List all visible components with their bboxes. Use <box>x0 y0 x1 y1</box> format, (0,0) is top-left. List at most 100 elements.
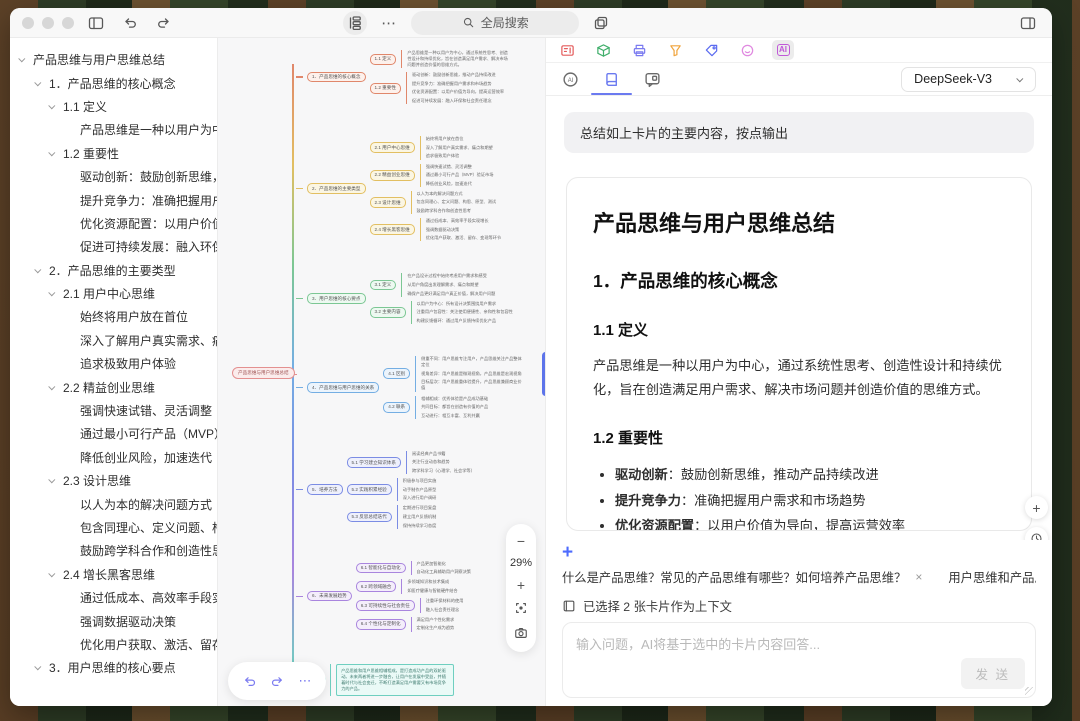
printer-tool-icon[interactable] <box>628 40 650 60</box>
card-tool-icon[interactable] <box>556 40 578 60</box>
mindmap-leaf-node[interactable]: 提升竞争力：准确把握用户需求和市场趋势 <box>412 81 504 87</box>
mindmap-leaf-node[interactable]: 产品更加智能化 <box>417 561 471 567</box>
mindmap-leaf-node[interactable]: 目标层次：用户思维重体验提升，产品思维兼顾商业价值 <box>421 379 523 391</box>
mindmap-leaf-node[interactable]: 动手制作产品原型 <box>403 487 437 493</box>
mindmap-branch-node[interactable]: 5．培养方法 <box>307 484 343 495</box>
mindmap-leaf-node[interactable]: 鼓励跨学科合作和创造性思考 <box>417 208 497 214</box>
outline-item[interactable]: 强调快速试错、灵活调整 <box>10 399 217 422</box>
mindmap-leaf-node[interactable]: 通过最小可行产品（MVP）验证市场 <box>426 172 494 178</box>
outline-item[interactable]: 深入了解用户真实需求、痛点… <box>10 329 217 352</box>
zoom-in-button[interactable]: + <box>517 578 525 592</box>
mindmap-leaf-node[interactable]: 驱动创新：鼓励创新思维，推动产品持续改进 <box>412 72 504 78</box>
tab-ai-chat-icon[interactable]: AI <box>562 63 579 95</box>
mindmap-subtopic-node[interactable]: 2.1 用户中心思维 <box>370 142 415 153</box>
mindmap-leaf-node[interactable]: 建立用户反馈机制 <box>403 514 437 520</box>
close-icon[interactable]: × <box>915 570 922 584</box>
mindmap-leaf-node[interactable]: 共同目标：都旨在创造有价值的产品 <box>421 404 488 410</box>
funnel-tool-icon[interactable] <box>664 40 686 60</box>
sidebar-toggle-icon[interactable] <box>84 11 108 35</box>
ai-tool-icon[interactable]: AI <box>772 40 794 60</box>
mindmap-leaf-node[interactable]: 确保产品更好满足用户真正价值，解决用户问题 <box>407 291 495 297</box>
mindmap-leaf-node[interactable]: 通过低成本、高效率手段实现增长 <box>426 218 501 224</box>
outline-item[interactable]: 2.3 设计思维 <box>10 469 217 492</box>
fit-view-icon[interactable] <box>514 601 528 617</box>
right-panel-toggle-icon[interactable] <box>1016 11 1040 35</box>
outline-item[interactable]: 降低创业风险，加速迭代 <box>10 446 217 469</box>
outline-item[interactable]: 1.1 定义 <box>10 95 217 118</box>
tag-tool-icon[interactable] <box>700 40 722 60</box>
mindmap-leaf-node[interactable]: 关注行业动态和趋势 <box>412 459 475 465</box>
mindmap-subtopic-node[interactable]: 6.2 跨领域融合 <box>356 581 397 592</box>
mindmap-leaf-node[interactable]: 相辅相成：优秀体验是产品成功基础 <box>421 396 488 402</box>
mindmap-leaf-node[interactable]: 定制化生产成为趋势 <box>417 625 455 631</box>
mindmap-leaf-node[interactable]: 保持持续学习态度 <box>403 523 437 529</box>
mindmap-subtopic-node[interactable]: 2.4 增长黑客思维 <box>370 224 415 235</box>
mindmap-leaf-node[interactable]: 优化用户获取、激活、留存、变现等环节 <box>426 235 501 241</box>
tab-notebook-icon[interactable] <box>603 63 620 95</box>
mindmap-leaf-node[interactable]: 自动化工具辅助用户洞察决策 <box>417 569 471 575</box>
undo-icon[interactable] <box>118 11 142 35</box>
chevron-down-icon[interactable] <box>48 149 55 156</box>
chevron-down-icon[interactable] <box>48 102 55 109</box>
outline-structure-icon[interactable] <box>343 11 367 35</box>
mindmap-leaf-node[interactable]: 始终将用户放在首位 <box>426 136 493 142</box>
box-tool-icon[interactable] <box>592 40 614 60</box>
suggestion-chip[interactable]: 什么是产品思维？常见的产品思维有哪些？如何培养产品思维？ × <box>562 568 922 586</box>
outline-item[interactable]: 驱动创新：鼓励创新思维，推… <box>10 165 217 188</box>
outline-item[interactable]: 1.2 重要性 <box>10 142 217 165</box>
mindmap-subtopic-node[interactable]: 1.2 重要性 <box>370 83 401 94</box>
outline-item[interactable]: 包含同理心、定义问题、构思… <box>10 516 217 539</box>
mindmap-subtopic-node[interactable]: 4.1 区别 <box>383 368 410 379</box>
mindmap-leaf-node[interactable]: 以人为本的解决问题方式 <box>417 191 497 197</box>
outline-item[interactable]: 以人为本的解决问题方式 <box>10 492 217 515</box>
canvas-redo-icon[interactable] <box>270 674 285 689</box>
ai-response-card[interactable]: 产品思维与用户思维总结 1．产品思维的核心概念 1.1 定义 产品思维是一种以用… <box>566 177 1032 531</box>
outline-item[interactable]: 2．产品思维的主要类型 <box>10 259 217 282</box>
canvas-more-icon[interactable]: ⋯ <box>299 673 313 689</box>
redo-icon[interactable] <box>152 11 176 35</box>
mindmap-leaf-node[interactable]: 促进可持续发展：融入环保和社会责任理念 <box>412 98 504 104</box>
mindmap-leaf-node[interactable]: 追求极致用户体验 <box>426 153 493 159</box>
mindmap-leaf-node[interactable]: 以用户为中心：所有设计决策围绕用户需求 <box>417 301 513 307</box>
canvas-undo-icon[interactable] <box>242 674 257 689</box>
mindmap-subtopic-node[interactable]: 3.2 主要内容 <box>370 307 406 318</box>
mindmap-leaf-node[interactable]: 积极参与项目实施 <box>403 478 437 484</box>
mindmap-subtopic-node[interactable]: 6.3 可持续性与社会责任 <box>356 600 415 611</box>
mindmap-leaf-node[interactable]: 阅读经典产品书籍 <box>412 451 475 457</box>
mindmap-root-node[interactable]: 产品思维与用户思维总结 <box>232 367 295 379</box>
mindmap-leaf-node[interactable]: 多领域知识和技术集成 <box>407 579 457 585</box>
mindmap-leaf-node[interactable]: 产品思维和用户思维相辅相成，是打造成功产品的双轮驱动。未来两者将进一步融合，让用… <box>336 664 454 696</box>
mindmap-subtopic-node[interactable]: 1.1 定义 <box>370 54 397 65</box>
mindmap-subtopic-node[interactable]: 2.3 设计思维 <box>370 197 406 208</box>
mindmap-leaf-node[interactable]: 定期进行项目复盘 <box>403 505 437 511</box>
mindmap-subtopic-node[interactable]: 3.1 定义 <box>370 280 397 291</box>
outline-item[interactable]: 2.2 精益创业思维 <box>10 375 217 398</box>
outline-item[interactable]: 1．产品思维的核心概念 <box>10 71 217 94</box>
outline-item[interactable]: 鼓励跨学科合作和创造性思考 <box>10 539 217 562</box>
chevron-down-icon[interactable] <box>48 289 55 296</box>
model-selector[interactable]: DeepSeek-V3 <box>901 67 1036 92</box>
add-card-button[interactable]: + <box>1025 496 1048 519</box>
send-button[interactable]: 发 送 <box>961 658 1025 689</box>
screenshot-icon[interactable] <box>514 626 528 642</box>
mindmap-subtopic-node[interactable]: 2.2 精益创业思维 <box>370 170 415 181</box>
tab-comments-icon[interactable] <box>644 63 661 95</box>
chevron-down-icon[interactable] <box>48 383 55 390</box>
zoom-out-button[interactable]: − <box>517 534 525 548</box>
outline-item[interactable]: 产品思维是一种以用户为中心… <box>10 118 217 141</box>
mindmap-leaf-node[interactable]: 侧重不同：用户思维专注用户，产品思维关注产品整体定位 <box>421 356 523 368</box>
mindmap-leaf-node[interactable]: 从用户角度出发理解需求、痛点和期望 <box>407 282 495 288</box>
mindmap-leaf-node[interactable]: 视角差异：用户思维是微观视角，产品思维是宏观视角 <box>421 371 523 377</box>
new-topic-button[interactable]: + <box>562 543 573 562</box>
zoom-level[interactable]: 29% <box>510 557 532 569</box>
mindmap-leaf-node[interactable]: 优化资源配置：以用户价值为导向，提高运营效率 <box>412 89 504 95</box>
mindmap-canvas[interactable]: 产品思维与用户思维总结 1．产品思维的核心概念1.1 定义产品思维是一种以用户为… <box>218 38 546 706</box>
mindmap-branch-node[interactable]: 3．用户思维的核心要点 <box>307 293 366 304</box>
mindmap-leaf-node[interactable]: 跨学科学习（心理学、社会学等） <box>412 468 475 474</box>
traffic-light-zoom[interactable] <box>62 17 74 29</box>
mindmap-branch-node[interactable]: 1．产品思维的核心概念 <box>307 72 366 83</box>
mindmap-leaf-node[interactable]: 强调快速试错、灵活调整 <box>426 164 494 170</box>
mindmap-leaf-node[interactable]: 强调数据驱动决策 <box>426 227 501 233</box>
outline-item[interactable]: 通过低成本、高效率手段实现… <box>10 586 217 609</box>
outline-item[interactable]: 追求极致用户体验 <box>10 352 217 375</box>
